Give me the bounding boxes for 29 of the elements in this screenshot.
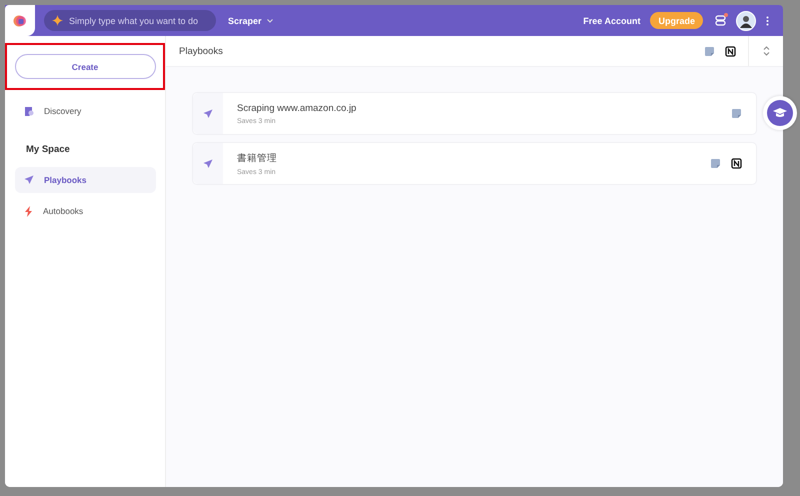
note-icon[interactable] [731, 108, 742, 119]
discovery-item[interactable]: Discovery [15, 98, 156, 124]
graduation-cap-icon[interactable] [767, 100, 793, 126]
paper-plane-icon [203, 108, 213, 118]
page-title: Playbooks [179, 46, 224, 56]
sparkle-icon [52, 15, 63, 26]
search-field[interactable]: Simply type what you want to do [44, 10, 216, 31]
toggle-icon[interactable] [715, 15, 726, 26]
playbook-title[interactable]: Scraping www.amazon.co.jp [237, 102, 731, 114]
paper-plane-icon [203, 158, 213, 168]
avatar-icon[interactable] [736, 10, 756, 30]
sidebar-item[interactable]: Autobooks [15, 198, 156, 224]
create-button[interactable]: Create [14, 54, 156, 79]
section-heading: My Space [26, 144, 71, 155]
account-label: Free Account [583, 16, 640, 26]
cube-icon [24, 106, 34, 116]
playbook-title[interactable]: 書籍管理 [237, 152, 710, 164]
logo-icon[interactable] [13, 14, 27, 28]
more-icon[interactable] [766, 16, 769, 26]
note-icon[interactable] [710, 158, 721, 169]
caret-icon [266, 18, 273, 22]
sidebar-item[interactable]: Playbooks [15, 167, 156, 193]
notion-icon[interactable] [725, 46, 736, 56]
expand-icon[interactable] [762, 46, 770, 56]
paper-plane-icon [24, 175, 34, 185]
lightning-icon [24, 206, 33, 216]
notion-icon[interactable] [731, 158, 742, 169]
mode-dropdown[interactable]: Scraper [228, 16, 273, 26]
note-icon[interactable] [704, 46, 715, 56]
